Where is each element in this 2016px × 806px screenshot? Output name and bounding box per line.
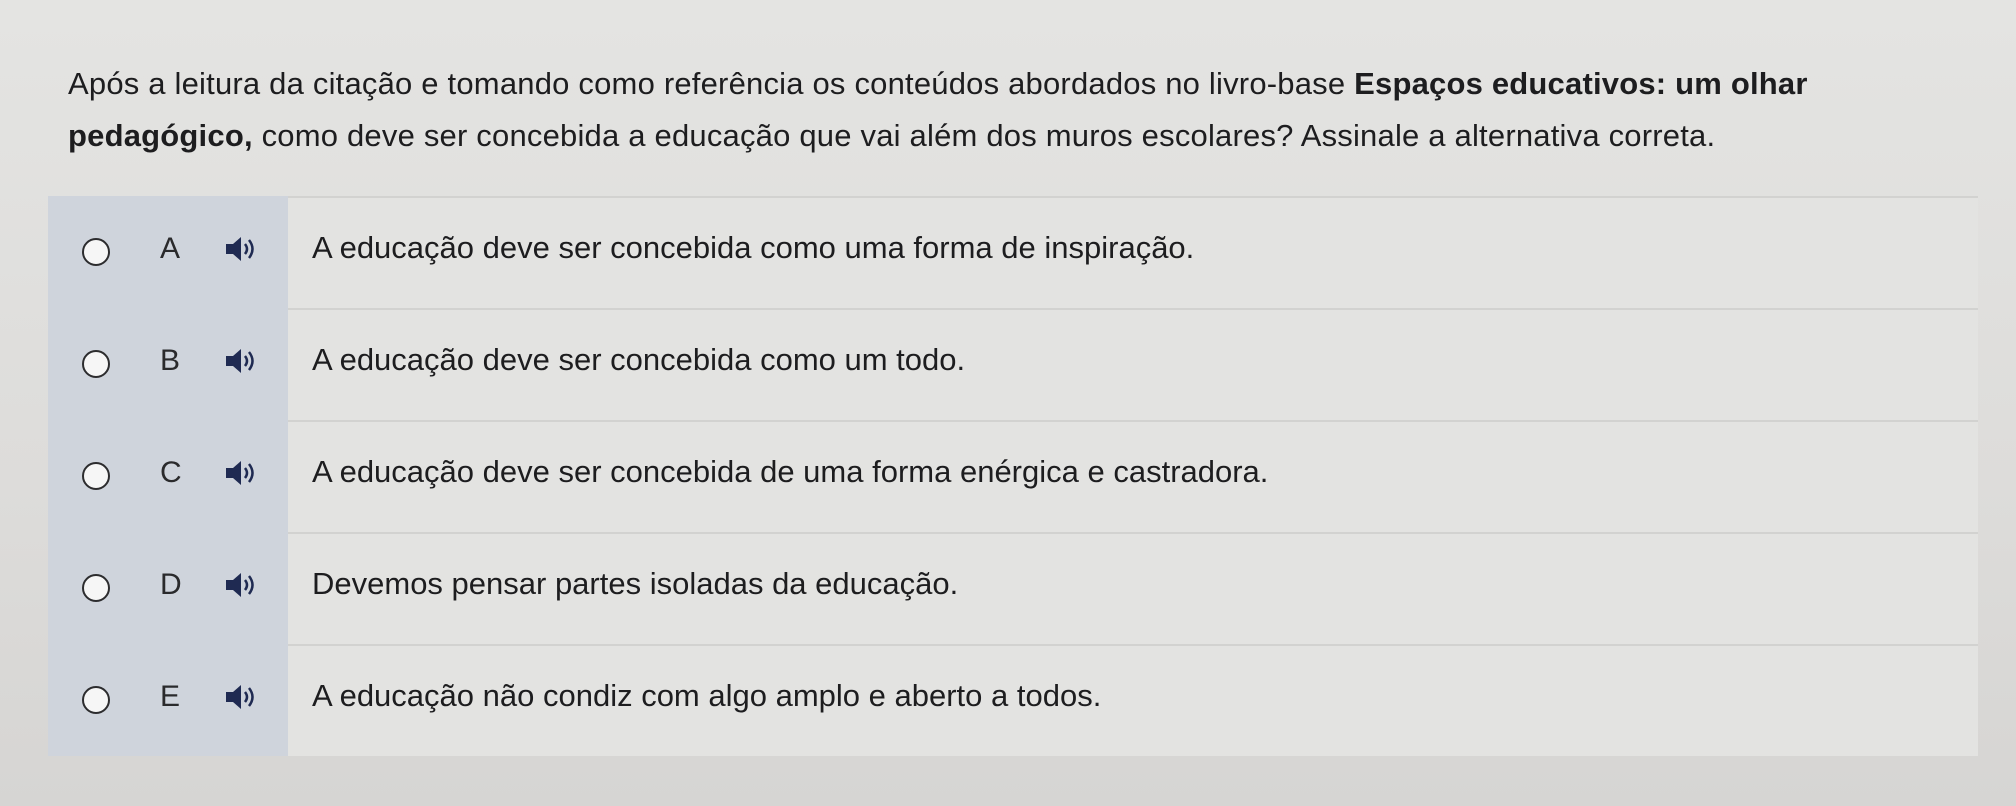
option-c-radio[interactable] (82, 462, 110, 490)
option-a[interactable]: A A educação deve ser concebida como uma… (48, 196, 1978, 308)
speaker-icon[interactable] (224, 570, 258, 600)
option-a-letter: A (160, 232, 181, 265)
option-e-radio[interactable] (82, 686, 110, 714)
question-intro: Após a leitura da citação e tomando como… (68, 66, 1355, 101)
speaker-icon[interactable] (224, 346, 258, 376)
answer-options: A A educação deve ser concebida como uma… (48, 196, 1978, 756)
option-a-text: A educação deve ser concebida como uma f… (312, 230, 1195, 265)
option-d-letter: D (160, 568, 182, 601)
question-text: Após a leitura da citação e tomando como… (68, 58, 1968, 162)
option-c[interactable]: C A educação deve ser concebida de uma f… (48, 420, 1978, 532)
option-d-radio[interactable] (82, 574, 110, 602)
option-c-text: A educação deve ser concebida de uma for… (312, 454, 1269, 489)
option-b-radio[interactable] (82, 350, 110, 378)
speaker-icon[interactable] (224, 234, 258, 264)
option-e-letter: E (160, 680, 181, 713)
option-e[interactable]: E A educação não condiz com algo amplo e… (48, 644, 1978, 756)
option-c-letter: C (160, 456, 182, 489)
option-b-letter: B (160, 344, 181, 377)
speaker-icon[interactable] (224, 682, 258, 712)
option-d[interactable]: D Devemos pensar partes isoladas da educ… (48, 532, 1978, 644)
speaker-icon[interactable] (224, 458, 258, 488)
option-b-text: A educação deve ser concebida como um to… (312, 342, 966, 377)
option-d-text: Devemos pensar partes isoladas da educaç… (312, 566, 959, 601)
option-a-radio[interactable] (82, 238, 110, 266)
question-prompt: como deve ser concebida a educação que v… (252, 118, 1716, 153)
option-e-text: A educação não condiz com algo amplo e a… (312, 678, 1102, 713)
option-b[interactable]: B A educação deve ser concebida como um … (48, 308, 1978, 420)
